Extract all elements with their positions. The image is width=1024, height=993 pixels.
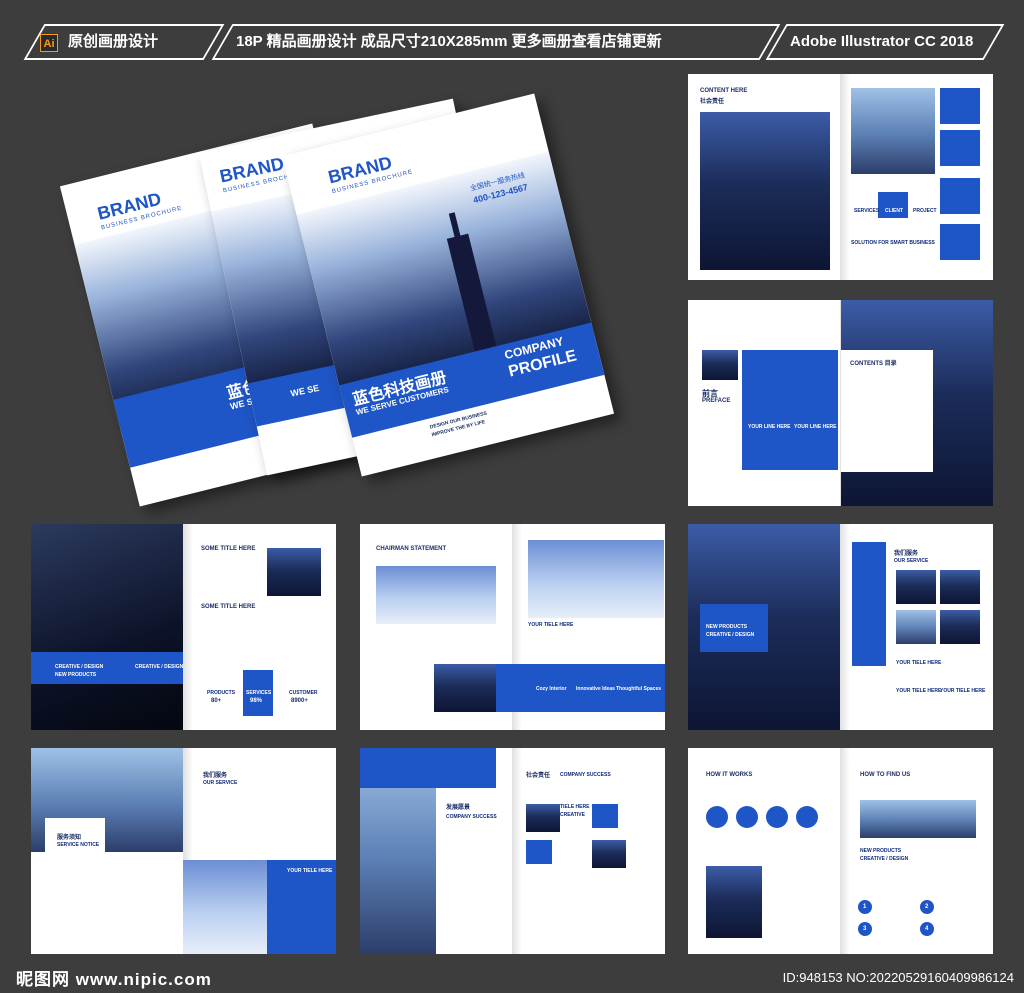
top-banner: Ai 原创画册设计 18P 精品画册设计 成品尺寸210X285mm 更多画册查… [0,24,1024,60]
creative-design-label: CREATIVE / DESIGN [860,856,909,862]
banner-products: NEW PRODUCTS [55,672,97,678]
spread-our-service: NEW PRODUCTS CREATIVE / DESIGN 我们服务 OUR … [688,524,993,730]
step-3: 3 [863,926,867,932]
step-1: 1 [863,904,867,910]
stat-products-value: 80+ [211,698,222,704]
contents-title: CONTENTS 目录 [850,361,897,367]
section-tiele: YOUR TIELE HERE [528,622,574,628]
gear-icon [940,88,980,124]
responsibility-title: COMPANY SUCCESS [560,772,611,778]
stat-services-value: 98% [250,698,263,704]
preface-title: PREFACE [702,398,731,404]
architecture-photo [31,524,183,730]
trophy-icon [852,542,886,666]
vision-cn: 发展愿景 [446,805,471,811]
city-photo [700,112,830,270]
creative-label: CREATIVE [560,812,585,818]
stat-customer-value: 8900+ [291,698,308,704]
new-products-label: NEW PRODUCTS [860,848,902,854]
stat-services-label: SERVICES [246,690,272,696]
list-icon [940,178,980,214]
icon-label-1: Cozy Interior [536,686,567,692]
section-title-2: SOME TITLE HERE [201,604,256,610]
spread-title: CONTENT HERE [700,88,748,94]
how-it-works-title: HOW IT WORKS [706,772,753,778]
header-title-3: Adobe Illustrator CC 2018 [790,33,974,50]
banner-creative: CREATIVE / DESIGN [55,664,104,670]
stat-products-label: PRODUCTS [207,690,236,696]
watermark-footer: 昵图网 www.nipic.com ID:948153 NO:202205291… [0,962,1024,993]
send-icon [940,130,980,166]
vision-title: COMPANY SUCCESS [446,814,497,820]
header-title-2: 18P 精品画册设计 成品尺寸210X285mm 更多画册查看店铺更新 [236,33,662,50]
find-us-title: HOW TO FIND US [860,772,911,778]
stat-box [878,192,908,218]
illustrator-icon: Ai [40,34,58,52]
spread-chairman: CHAIRMAN STATEMENT YOUR TIELE HERE Cozy … [360,524,665,730]
tiele-3: YOUR TIELE HERE [940,688,986,694]
preface-link-2: YOUR LINE HERE [794,424,837,430]
spread-service-notice: 服务须知 SERVICE NOTICE 我们服务 OUR SERVICE YOU… [31,748,336,954]
banner-new-products: NEW PRODUCTS [706,624,748,630]
banner-design: CREATIVE / DESIGN [135,664,184,670]
city-photo [860,800,976,838]
sea-photo [528,540,664,618]
stat-project: PROJECT [913,208,937,214]
tiele-quote: YOUR TIELE HERE [287,868,333,874]
section-title-1: SOME TITLE HERE [201,546,256,552]
stat-services: SERVICES [854,208,880,214]
service-cn: 我们服务 [203,773,228,779]
spread-content: CONTENT HERE 社会责任 SERVICES CLIENT PROJEC… [688,74,993,280]
stat-customer-label: CUSTOMER [289,690,318,696]
step-2: 2 [925,904,929,910]
service-title: OUR SERVICE [894,558,929,564]
step-4: 4 [925,926,929,932]
tiele-1: YOUR TIELE HERE [896,660,942,666]
spread-how-it-works: HOW IT WORKS HOW TO FIND US NEW PRODUCTS… [688,748,993,954]
nipic-logo: 昵图网 www.nipic.com [16,970,212,989]
notice-cn: 服务须知 [57,835,82,841]
architecture-photo [183,860,267,954]
spread-preface: 前言 PREFACE YOUR LINE HERE YOUR LINE HERE… [688,300,993,506]
skyline-photo [376,566,496,624]
city-photo-small [851,88,935,174]
solution-title: SOLUTION FOR SMART BUSINESS [851,240,935,246]
icon-label-3: Thoughtful Spaces [616,686,661,692]
spread-company-success: 发展愿景 COMPANY SUCCESS 社会责任 COMPANY SUCCES… [360,748,665,954]
spread-products: CREATIVE / DESIGN NEW PRODUCTS CREATIVE … [31,524,336,730]
service-title: OUR SERVICE [203,780,238,786]
stat-client: CLIENT [885,208,904,214]
chart-icon [940,224,980,260]
tiele-label: TIELE HERE [560,804,590,810]
chairman-title: CHAIRMAN STATEMENT [376,546,447,552]
image-id: ID:948153 NO:20220529160409986124 [782,970,1014,985]
banner-design: CREATIVE / DESIGN [706,632,755,638]
notice-title: SERVICE NOTICE [57,842,100,848]
icon-label-2: Innovative Ideas [576,686,615,692]
service-cn: 我们服务 [894,551,919,557]
tiele-2: YOUR TIELE HERE [896,688,942,694]
responsibility-cn: 社会责任 [526,773,551,779]
spread-subtitle: 社会责任 [700,99,725,105]
header-title-1: 原创画册设计 [68,33,159,50]
preface-link-1: YOUR LINE HERE [748,424,791,430]
